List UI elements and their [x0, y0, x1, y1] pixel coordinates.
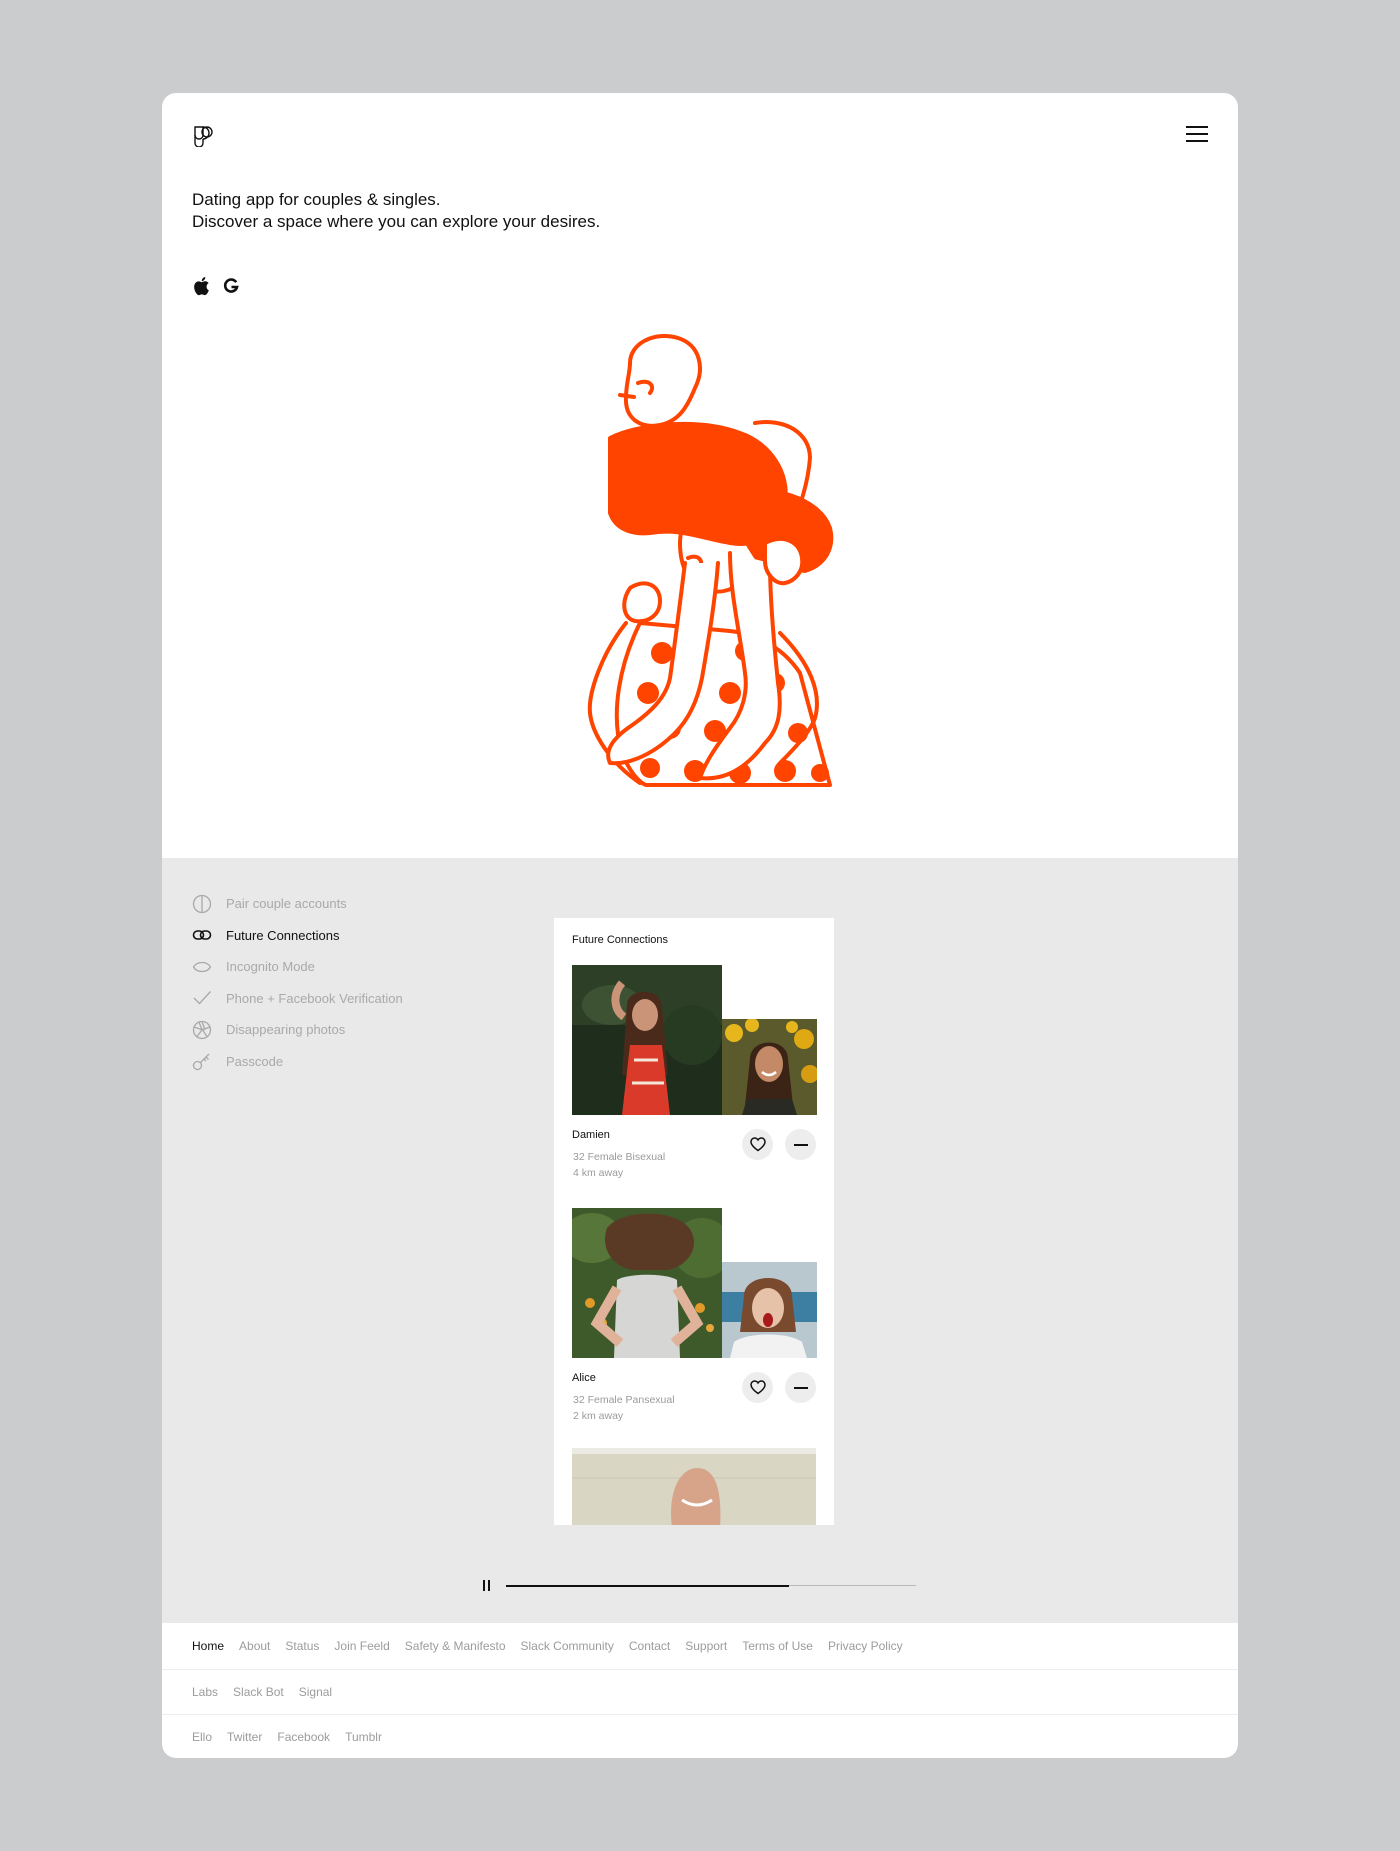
- footer-nav-labs: Labs Slack Bot Signal: [162, 1668, 1238, 1715]
- footer-nav-social: Ello Twitter Facebook Tumblr: [162, 1714, 1238, 1758]
- footer-link-home[interactable]: Home: [192, 1639, 224, 1653]
- app-store-links: [192, 276, 240, 296]
- footer-link-privacy[interactable]: Privacy Policy: [828, 1639, 903, 1653]
- heart-icon: [749, 1137, 766, 1152]
- profile-card[interactable]: Alice 32 Female Pansexual 2 km away: [572, 1208, 817, 1422]
- tagline-line-2: Discover a space where you can explore y…: [192, 212, 601, 231]
- features-section: Pair couple accounts Future Connections …: [162, 858, 1238, 1623]
- footer-link-signal[interactable]: Signal: [299, 1685, 332, 1699]
- footer-link-status[interactable]: Status: [285, 1639, 319, 1653]
- profile-meta: 32 Female Pansexual 2 km away: [573, 1392, 675, 1424]
- feature-label: Pair couple accounts: [226, 896, 347, 912]
- feature-phone-facebook-verification[interactable]: Phone + Facebook Verification: [192, 983, 403, 1015]
- profile-photo-secondary[interactable]: [722, 1262, 817, 1358]
- eye-icon: [192, 961, 212, 972]
- tagline: Dating app for couples & singles. Discov…: [192, 189, 600, 233]
- feature-label: Phone + Facebook Verification: [226, 990, 403, 1006]
- page-card: Dating app for couples & singles. Discov…: [162, 93, 1238, 1758]
- screen-title: Future Connections: [572, 934, 668, 946]
- footer-link-contact[interactable]: Contact: [629, 1639, 670, 1653]
- link-icon: [192, 930, 212, 941]
- profile-name: Damien: [572, 1129, 610, 1141]
- minus-icon: [793, 1386, 808, 1389]
- checkmark-icon: [193, 991, 211, 1005]
- profile-photos: [572, 1208, 817, 1358]
- pause-icon[interactable]: [482, 1580, 492, 1592]
- footer-link-join[interactable]: Join Feeld: [334, 1639, 389, 1653]
- progress-track[interactable]: [506, 1584, 916, 1587]
- feature-pair-couple-accounts[interactable]: Pair couple accounts: [192, 888, 403, 920]
- footer-link-terms[interactable]: Terms of Use: [742, 1639, 813, 1653]
- profile-photo-main[interactable]: [572, 1208, 722, 1358]
- profile-photo-main[interactable]: [572, 965, 722, 1115]
- feature-label: Disappearing photos: [226, 1022, 346, 1038]
- footer-link-support[interactable]: Support: [685, 1639, 727, 1653]
- dismiss-button[interactable]: [785, 1129, 816, 1160]
- key-icon: [192, 1053, 210, 1071]
- feature-disappearing-photos[interactable]: Disappearing photos: [192, 1014, 403, 1046]
- like-button[interactable]: [742, 1372, 773, 1403]
- profile-distance: 2 km away: [573, 1410, 624, 1422]
- profile-meta: 32 Female Bisexual 4 km away: [573, 1149, 665, 1181]
- minus-icon: [793, 1143, 808, 1146]
- phone-screen: Future Connections Damien 32 Female Bise…: [554, 918, 834, 1525]
- video-player: [482, 1579, 922, 1593]
- profile-photo-secondary[interactable]: [722, 1019, 817, 1115]
- like-button[interactable]: [742, 1129, 773, 1160]
- footer-link-twitter[interactable]: Twitter: [227, 1730, 262, 1744]
- feature-future-connections[interactable]: Future Connections: [192, 920, 403, 952]
- footer-link-about[interactable]: About: [239, 1639, 270, 1653]
- profile-photos: [572, 965, 817, 1115]
- footer-link-ello[interactable]: Ello: [192, 1730, 212, 1744]
- feature-label: Passcode: [226, 1053, 284, 1069]
- logo-icon[interactable]: [192, 123, 216, 147]
- aperture-icon: [192, 1020, 212, 1039]
- profile-card[interactable]: Damien 32 Female Bisexual 4 km away: [572, 965, 817, 1179]
- footer-link-slack-bot[interactable]: Slack Bot: [233, 1685, 284, 1699]
- profile-details: 32 Female Bisexual: [573, 1151, 666, 1163]
- feature-label: Future Connections: [226, 927, 340, 943]
- profile-name: Alice: [572, 1372, 596, 1384]
- apple-icon[interactable]: [192, 276, 210, 296]
- profile-details: 32 Female Pansexual: [573, 1394, 675, 1406]
- footer-link-tumblr[interactable]: Tumblr: [345, 1730, 382, 1744]
- half-circle-icon: [192, 894, 212, 913]
- couple-illustration: [587, 334, 834, 787]
- footer-link-slack-community[interactable]: Slack Community: [521, 1639, 614, 1653]
- profile-distance: 4 km away: [573, 1167, 624, 1179]
- footer: Home About Status Join Feeld Safety & Ma…: [162, 1623, 1238, 1758]
- feature-label: Incognito Mode: [226, 959, 315, 975]
- footer-link-safety[interactable]: Safety & Manifesto: [405, 1639, 506, 1653]
- profile-photo-main[interactable]: [572, 1448, 816, 1525]
- footer-link-labs[interactable]: Labs: [192, 1685, 218, 1699]
- footer-nav-primary: Home About Status Join Feeld Safety & Ma…: [162, 1623, 1238, 1669]
- menu-icon[interactable]: [1186, 126, 1208, 144]
- footer-link-facebook[interactable]: Facebook: [277, 1730, 330, 1744]
- progress-fill: [506, 1584, 789, 1587]
- tagline-line-1: Dating app for couples & singles.: [192, 190, 441, 209]
- feature-incognito-mode[interactable]: Incognito Mode: [192, 951, 403, 983]
- google-icon[interactable]: [222, 276, 240, 296]
- heart-icon: [749, 1380, 766, 1395]
- feature-passcode[interactable]: Passcode: [192, 1046, 403, 1078]
- feature-list: Pair couple accounts Future Connections …: [192, 888, 403, 1077]
- dismiss-button[interactable]: [785, 1372, 816, 1403]
